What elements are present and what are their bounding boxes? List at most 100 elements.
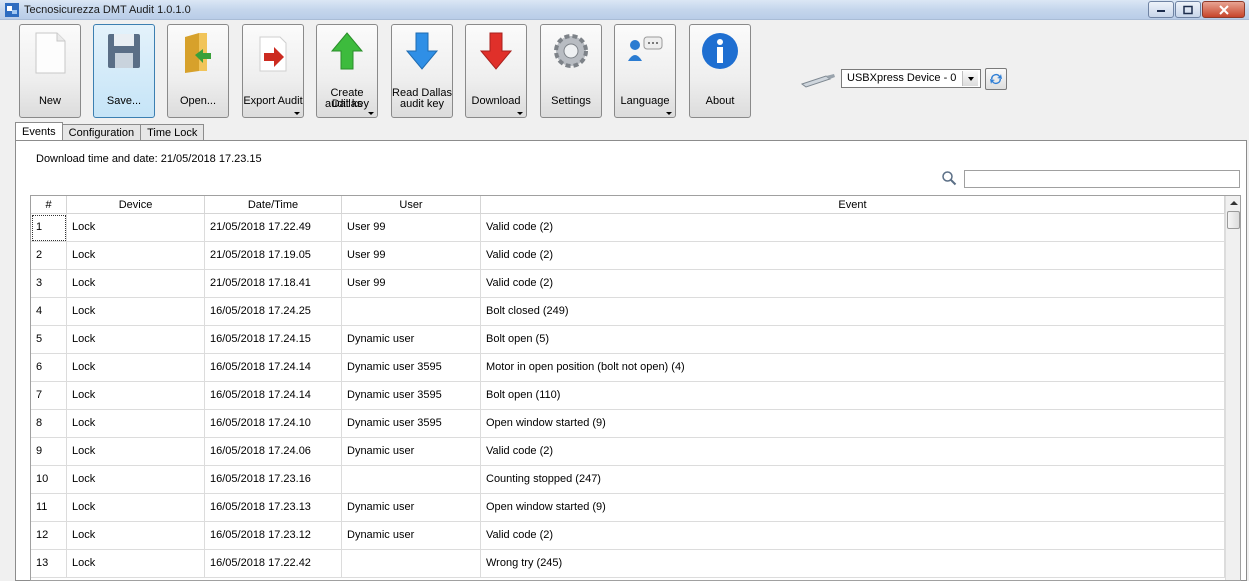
new-label: New (38, 95, 61, 107)
search-icon (942, 171, 957, 186)
cell-event: Counting stopped (247) (481, 466, 1225, 494)
table-row[interactable]: 2 Lock 21/05/2018 17.19.05 User 99 Valid cod… (31, 242, 1225, 270)
tab-configuration[interactable]: Configuration (61, 124, 142, 140)
column-header-number[interactable]: # (31, 196, 67, 214)
cell-number: 8 (31, 410, 67, 438)
table-row[interactable]: 3 Lock 21/05/2018 17.18.41 User 99 Valid cod… (31, 270, 1225, 298)
chevron-down-icon[interactable] (962, 71, 978, 86)
create-dallas-label-2: audit key (324, 98, 370, 110)
language-button[interactable]: Language (614, 24, 676, 118)
maximize-button[interactable] (1175, 1, 1201, 18)
download-dropdown-arrow-icon (517, 112, 523, 115)
table-row[interactable]: 12 Lock 16/05/2018 17.23.12 Dynamic user Val… (31, 522, 1225, 550)
search-input[interactable] (964, 170, 1240, 188)
device-select[interactable]: USBXpress Device - 0 (841, 69, 981, 88)
column-header-device[interactable]: Device (67, 196, 205, 214)
table-row[interactable]: 13 Lock 16/05/2018 17.22.42 Wrong try (245) (31, 550, 1225, 578)
settings-label: Settings (551, 95, 591, 107)
close-button[interactable] (1202, 1, 1245, 18)
settings-button[interactable]: Settings (540, 24, 602, 118)
title-bar: Tecnosicurezza DMT Audit 1.0.1.0 (0, 0, 1249, 20)
cell-number: 3 (31, 270, 67, 298)
export-icon (259, 36, 287, 72)
column-header-datetime[interactable]: Date/Time (205, 196, 342, 214)
language-label: Language (620, 95, 670, 107)
cell-device: Lock (67, 242, 205, 270)
table-body: 1 Lock 21/05/2018 17.22.49 User 99 Valid cod… (31, 214, 1225, 578)
cell-datetime: 16/05/2018 17.24.10 (205, 410, 342, 438)
minimize-button[interactable] (1148, 1, 1174, 18)
cell-user: User 99 (342, 270, 481, 298)
table-row[interactable]: 10 Lock 16/05/2018 17.23.16 Counting stoppe… (31, 466, 1225, 494)
cell-datetime: 16/05/2018 17.23.12 (205, 522, 342, 550)
open-button[interactable]: Open... (167, 24, 229, 118)
cell-datetime: 21/05/2018 17.19.05 (205, 242, 342, 270)
export-audit-label: Export Audit (243, 95, 303, 107)
cell-event: Open window started (9) (481, 410, 1225, 438)
about-button[interactable]: About (689, 24, 751, 118)
create-dallas-dropdown-arrow-icon (368, 112, 374, 115)
scroll-up-arrow-icon[interactable] (1230, 201, 1238, 205)
cell-device: Lock (67, 270, 205, 298)
tab-bar: Events Configuration Time Lock (15, 122, 205, 140)
cell-event: Valid code (2) (481, 214, 1225, 242)
cell-user: Dynamic user (342, 494, 481, 522)
table-row[interactable]: 4 Lock 16/05/2018 17.24.25 Bolt closed (249… (31, 298, 1225, 326)
column-header-user[interactable]: User (342, 196, 481, 214)
floppy-disk-icon (108, 34, 140, 68)
usb-key-icon (800, 74, 835, 88)
cell-number: 12 (31, 522, 67, 550)
read-dallas-audit-key-button[interactable]: Read Dallas audit key (391, 24, 453, 118)
vertical-scrollbar[interactable] (1225, 196, 1240, 580)
cell-event: Wrong try (245) (481, 550, 1225, 578)
cell-datetime: 16/05/2018 17.22.42 (205, 550, 342, 578)
open-label: Open... (179, 95, 217, 107)
cell-number: 5 (31, 326, 67, 354)
export-dropdown-arrow-icon (294, 112, 300, 115)
cell-number: 7 (31, 382, 67, 410)
cell-user (342, 298, 481, 326)
table-row[interactable]: 8 Lock 16/05/2018 17.24.10 Dynamic user 359… (31, 410, 1225, 438)
table-row[interactable]: 1 Lock 21/05/2018 17.22.49 User 99 Valid cod… (31, 214, 1225, 242)
download-label: Download (471, 95, 521, 107)
table-row[interactable]: 7 Lock 16/05/2018 17.24.14 Dynamic user 359… (31, 382, 1225, 410)
cell-event: Valid code (2) (481, 242, 1225, 270)
cell-device: Lock (67, 438, 205, 466)
table-row[interactable]: 6 Lock 16/05/2018 17.24.14 Dynamic user 359… (31, 354, 1225, 382)
table-row[interactable]: 11 Lock 16/05/2018 17.23.13 Dynamic user Ope… (31, 494, 1225, 522)
cell-number: 6 (31, 354, 67, 382)
window-title: Tecnosicurezza DMT Audit 1.0.1.0 (24, 4, 191, 16)
cell-user: User 99 (342, 242, 481, 270)
language-dropdown-arrow-icon (666, 112, 672, 115)
cell-datetime: 21/05/2018 17.18.41 (205, 270, 342, 298)
download-button[interactable]: Download (465, 24, 527, 118)
cell-device: Lock (67, 326, 205, 354)
cell-device: Lock (67, 550, 205, 578)
gear-icon (554, 34, 588, 68)
table-row[interactable]: 9 Lock 16/05/2018 17.24.06 Dynamic user Vali… (31, 438, 1225, 466)
table-row[interactable]: 5 Lock 16/05/2018 17.24.15 Dynamic user Bolt… (31, 326, 1225, 354)
cell-number: 4 (31, 298, 67, 326)
cell-event: Bolt closed (249) (481, 298, 1225, 326)
export-audit-button[interactable]: Export Audit (242, 24, 304, 118)
column-header-event[interactable]: Event (481, 196, 1225, 214)
arrow-down-blue-icon (405, 32, 439, 70)
cell-user: Dynamic user (342, 522, 481, 550)
cell-number: 13 (31, 550, 67, 578)
create-dallas-audit-key-button[interactable]: Create Dallas audit key (316, 24, 378, 118)
cell-datetime: 16/05/2018 17.24.25 (205, 298, 342, 326)
cell-user: Dynamic user (342, 326, 481, 354)
scrollbar-thumb[interactable] (1227, 211, 1240, 229)
refresh-button[interactable] (985, 68, 1007, 90)
save-label: Save... (106, 95, 142, 107)
new-button[interactable]: New (19, 24, 81, 118)
new-document-icon (35, 32, 66, 74)
save-button[interactable]: Save... (93, 24, 155, 118)
tab-time-lock[interactable]: Time Lock (140, 124, 205, 140)
cell-user (342, 466, 481, 494)
cell-number: 1 (31, 214, 67, 242)
cell-device: Lock (67, 522, 205, 550)
tab-events[interactable]: Events (15, 122, 63, 140)
cell-device: Lock (67, 382, 205, 410)
cell-event: Open window started (9) (481, 494, 1225, 522)
